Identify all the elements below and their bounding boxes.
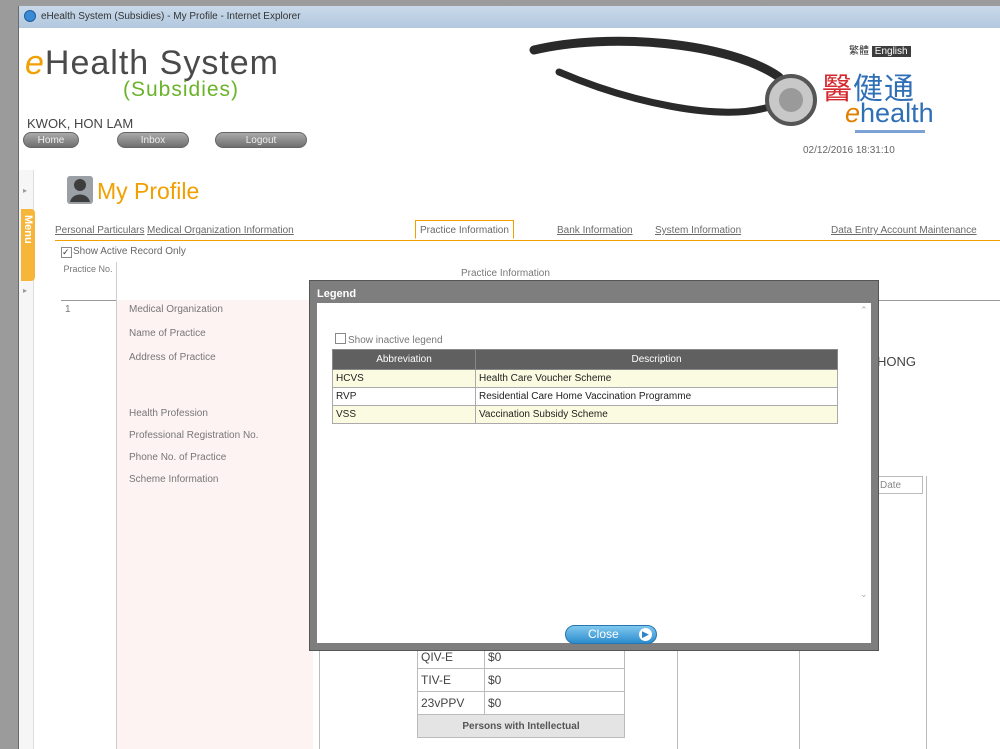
close-label: Close <box>588 627 619 641</box>
field-label-column <box>117 300 313 749</box>
inbox-button[interactable]: Inbox <box>117 132 189 148</box>
window-title: eHealth System (Subsidies) - My Profile … <box>41 11 301 22</box>
profile-icon <box>67 176 93 204</box>
logout-button[interactable]: Logout <box>215 132 307 148</box>
col-practice-no: Practice No. <box>63 264 113 274</box>
tab-data-entry-account[interactable]: Data Entry Account Maintenance <box>831 225 977 236</box>
scroll-down-icon[interactable]: ⌄ <box>860 589 868 600</box>
table-row: TIV-E $0 <box>417 668 625 692</box>
arrow-right-icon: ▶ <box>639 628 652 641</box>
table-row: HCVS Health Care Voucher Scheme <box>332 369 838 388</box>
show-inactive-legend[interactable]: Show inactive legend <box>335 333 443 346</box>
language-switch: 繁體 English <box>849 42 911 57</box>
legend-abbr: VSS <box>332 405 476 424</box>
brand-ehealth: ehealth <box>845 98 934 129</box>
show-active-label: Show Active Record Only <box>73 246 186 257</box>
lang-chinese-link[interactable]: 繁體 <box>849 46 869 57</box>
expand-arrow-icon[interactable]: ▸ <box>23 186 27 195</box>
stethoscope-icon <box>529 36 817 126</box>
legend-abbr: HCVS <box>332 369 476 388</box>
logo-main: Health System <box>44 44 280 82</box>
field-medical-organization: Medical Organization <box>129 304 223 315</box>
menu-label: Menu <box>22 215 34 244</box>
practice-number: 1 <box>65 304 71 315</box>
scroll-up-icon[interactable]: ⌃ <box>860 305 868 316</box>
tab-bank-information[interactable]: Bank Information <box>557 225 633 236</box>
tab-practice-information[interactable]: Practice Information <box>415 220 514 239</box>
subsidy-value: $0 <box>484 668 625 692</box>
lang-english-link[interactable]: English <box>871 46 911 57</box>
column-divider <box>116 262 117 300</box>
table-row: 23vPPV $0 <box>417 691 625 715</box>
logo-e: e <box>25 44 45 82</box>
legend-abbr: RVP <box>332 387 476 406</box>
subsidy-value: $0 <box>484 691 625 715</box>
date-header-label: Date <box>880 480 902 491</box>
profile-tabs: Personal Particulars Medical Organizatio… <box>55 220 1000 241</box>
legend-table: Abbreviation Description HCVS Health Care… <box>332 349 838 424</box>
title-bar: eHealth System (Subsidies) - My Profile … <box>19 6 1000 28</box>
brand-health: health <box>860 98 934 128</box>
col-practice-info: Practice Information <box>461 268 550 279</box>
legend-desc: Residential Care Home Vaccination Progra… <box>475 387 838 406</box>
tab-system-information[interactable]: System Information <box>655 225 741 236</box>
field-health-profession: Health Profession <box>129 408 208 419</box>
browser-window: eHealth System (Subsidies) - My Profile … <box>18 6 1000 749</box>
menu-tab[interactable]: Menu <box>21 209 35 281</box>
brand-underline <box>855 130 925 133</box>
field-registration-no: Professional Registration No. <box>129 430 259 441</box>
field-scheme-information: Scheme Information <box>129 474 219 485</box>
close-button[interactable]: Close ▶ <box>565 625 657 644</box>
user-name: KWOK, HON LAM <box>27 116 134 131</box>
expand-arrow-icon[interactable]: ▸ <box>23 286 27 295</box>
show-active-filter[interactable]: ✓ Show Active Record Only <box>61 246 186 258</box>
legend-desc: Health Care Voucher Scheme <box>475 369 838 388</box>
legend-scrollbar[interactable]: ⌃ ⌄ <box>857 303 871 603</box>
show-inactive-checkbox[interactable] <box>335 333 346 344</box>
subsidy-name: TIV-E <box>417 668 485 692</box>
show-active-checkbox[interactable]: ✓ <box>61 247 72 258</box>
legend-dialog: Legend ⌃ ⌄ Show inactive legend Abbrevia… <box>309 280 879 651</box>
legend-col-description: Description <box>475 349 838 370</box>
ehealth-logo: eHealth System <box>25 46 279 80</box>
address-value: HONG <box>877 354 916 369</box>
table-row: VSS Vaccination Subsidy Scheme <box>332 405 838 424</box>
tab-medical-organization[interactable]: Medical Organization Information <box>147 225 294 236</box>
subsidy-footer: Persons with Intellectual <box>417 714 625 738</box>
page-title: My Profile <box>97 178 200 204</box>
ie-icon <box>24 10 36 22</box>
show-inactive-label: Show inactive legend <box>348 335 443 346</box>
field-name-of-practice: Name of Practice <box>129 328 206 339</box>
brand-e: e <box>845 98 861 128</box>
legend-dialog-body: ⌃ ⌄ Show inactive legend Abbreviation De… <box>317 303 871 644</box>
tab-personal-particulars[interactable]: Personal Particulars <box>55 225 144 236</box>
subsidy-name: 23vPPV <box>417 691 485 715</box>
logo-subsidies: (Subsidies) <box>123 78 240 101</box>
table-row: RVP Residential Care Home Vaccination Pro… <box>332 387 838 406</box>
legend-dialog-title: Legend <box>317 288 357 300</box>
field-address-of-practice: Address of Practice <box>129 352 216 363</box>
legend-col-abbreviation: Abbreviation <box>332 349 476 370</box>
home-button[interactable]: Home <box>23 132 79 148</box>
datetime: 02/12/2016 18:31:10 <box>803 145 895 156</box>
field-phone-no: Phone No. of Practice <box>129 452 227 463</box>
legend-desc: Vaccination Subsidy Scheme <box>475 405 838 424</box>
